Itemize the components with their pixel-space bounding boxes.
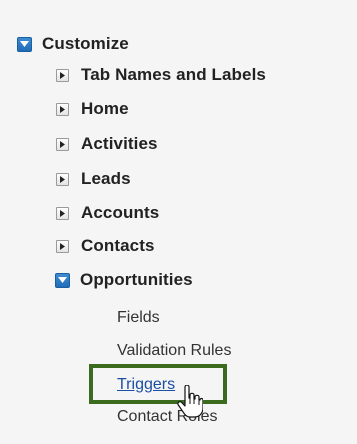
tree-leaf-fields[interactable]: Fields <box>117 307 160 329</box>
tree-node-leads[interactable]: Leads <box>56 168 131 190</box>
collapsed-arrow-icon[interactable] <box>56 239 69 253</box>
tree-node-home[interactable]: Home <box>56 98 129 120</box>
tree-node-label: Opportunities <box>80 270 193 289</box>
tree-node-tab-names-and-labels[interactable]: Tab Names and Labels <box>56 64 266 86</box>
collapsed-arrow-icon[interactable] <box>56 102 69 116</box>
tree-node-label: Activities <box>81 134 158 153</box>
setup-tree-panel: Customize Tab Names and Labels Home Acti… <box>0 0 357 444</box>
tree-node-label: Contacts <box>81 236 155 255</box>
tree-node-label: Home <box>81 99 129 118</box>
collapsed-arrow-icon[interactable] <box>56 137 69 151</box>
collapsed-arrow-icon[interactable] <box>56 68 69 82</box>
expanded-box-icon[interactable] <box>17 36 32 52</box>
tree-leaf-validation-rules[interactable]: Validation Rules <box>117 340 231 362</box>
collapsed-arrow-icon[interactable] <box>56 172 69 186</box>
tree-node-contacts[interactable]: Contacts <box>56 235 155 257</box>
collapsed-arrow-icon[interactable] <box>56 206 69 220</box>
tree-leaf-label[interactable]: Validation Rules <box>117 342 231 360</box>
highlight-box <box>89 364 227 404</box>
tree-node-opportunities[interactable]: Opportunities <box>55 269 193 291</box>
tree-node-label: Customize <box>42 34 129 53</box>
tree-node-activities[interactable]: Activities <box>56 133 158 155</box>
tree-node-customize[interactable]: Customize <box>17 33 129 55</box>
tree-node-label: Leads <box>81 169 131 188</box>
expanded-box-icon[interactable] <box>55 272 70 288</box>
tree-node-label: Accounts <box>81 203 160 222</box>
tree-leaf-label[interactable]: Fields <box>117 309 160 327</box>
hand-pointer-icon <box>177 384 204 424</box>
tree-node-label: Tab Names and Labels <box>81 65 266 84</box>
tree-node-accounts[interactable]: Accounts <box>56 202 159 224</box>
